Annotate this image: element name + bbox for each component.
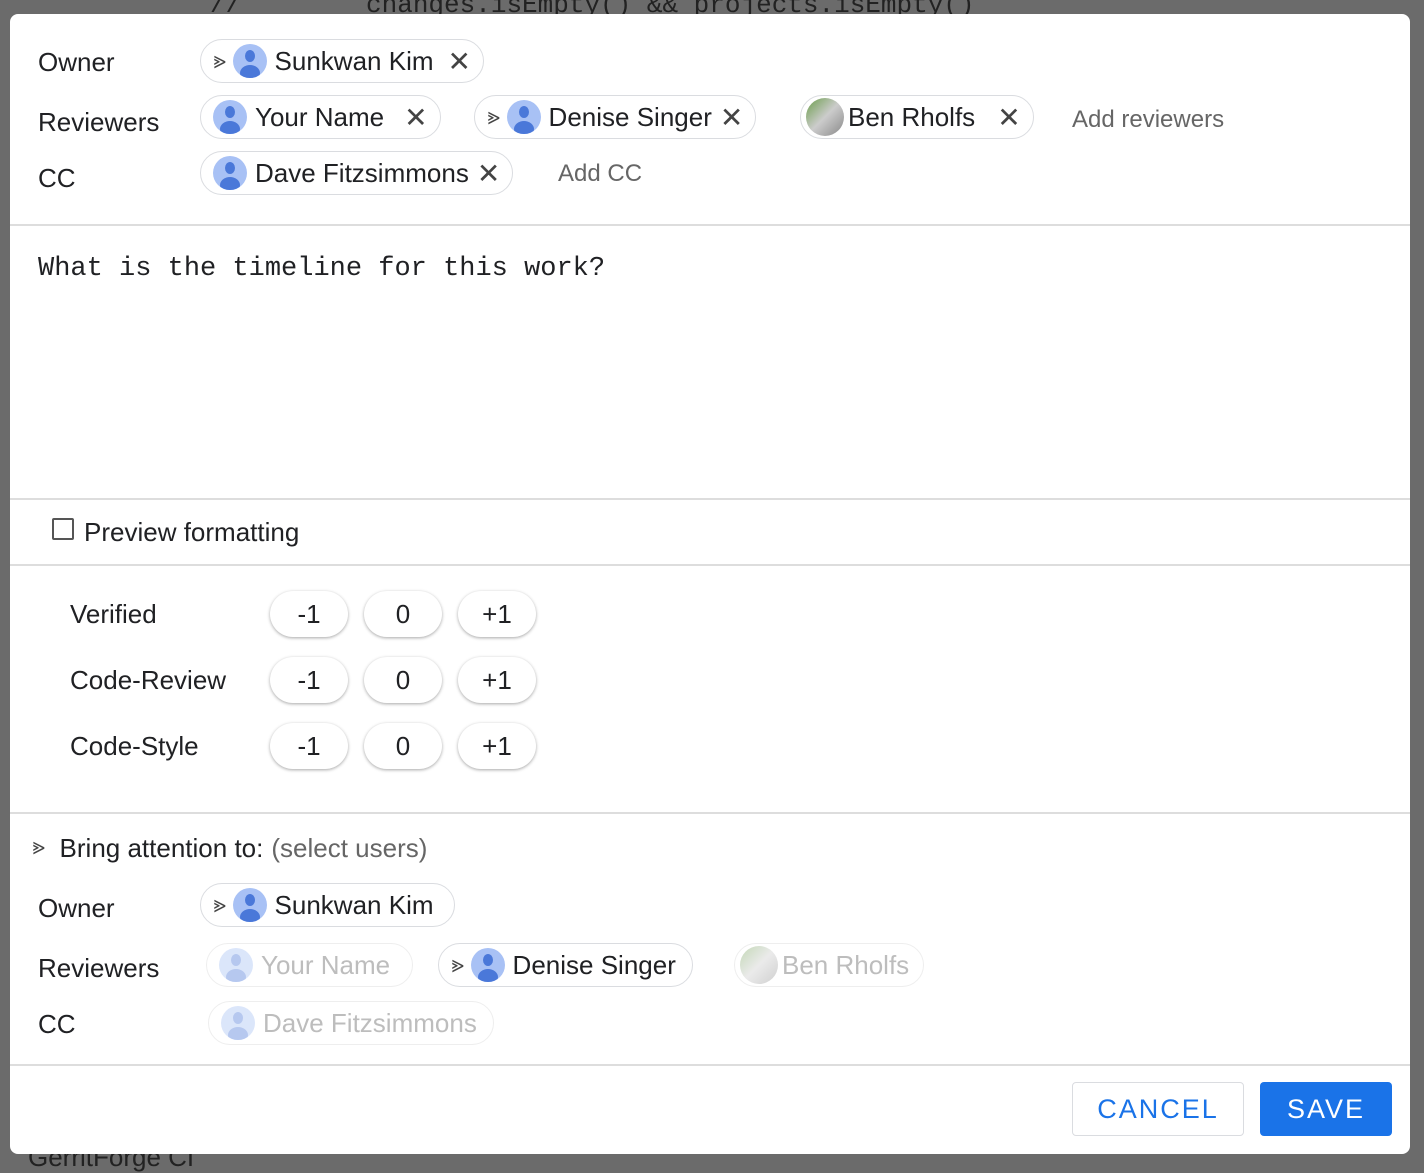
add-cc-input[interactable]: Add CC (558, 160, 642, 188)
remove-icon[interactable]: ✕ (720, 101, 743, 134)
vote-button[interactable]: -1 (270, 591, 348, 637)
attention-icon: ⪢ (451, 951, 464, 978)
preview-formatting-checkbox[interactable] (52, 518, 74, 540)
divider (10, 224, 1410, 226)
vote-button[interactable]: -1 (270, 723, 348, 769)
vote-button[interactable]: -1 (270, 657, 348, 703)
chip-name: Dave Fitzsimmons (255, 157, 469, 188)
owner-label: Owner (38, 893, 115, 923)
remove-icon[interactable]: ✕ (404, 101, 427, 134)
avatar-photo (740, 946, 778, 984)
reviewer-chip[interactable]: Your Name ✕ (200, 95, 441, 139)
label-code-style: Code-Style (70, 731, 199, 761)
message-textarea[interactable]: What is the timeline for this work? (38, 254, 605, 284)
chip-name: Ben Rholfs (782, 949, 910, 980)
vote-button[interactable]: +1 (458, 591, 536, 637)
chip-name: Sunkwan Kim (274, 45, 434, 76)
avatar (219, 948, 253, 982)
vote-button[interactable]: +1 (458, 723, 536, 769)
preview-formatting-label: Preview formatting (84, 517, 300, 547)
divider (10, 1064, 1410, 1066)
reviewers-label: Reviewers (38, 107, 160, 137)
reviewers-label: Reviewers (38, 953, 160, 983)
cc-chip[interactable]: Dave Fitzsimmons ✕ (200, 151, 514, 195)
vote-button[interactable]: +1 (458, 657, 536, 703)
divider (10, 498, 1410, 500)
label-verified: Verified (70, 599, 157, 629)
avatar (213, 156, 247, 190)
vote-button[interactable]: 0 (364, 723, 442, 769)
chip-name: Ben Rholfs (848, 101, 976, 132)
cancel-button[interactable]: CANCEL (1072, 1082, 1244, 1136)
attention-icon: ⪢ (32, 833, 45, 860)
avatar (232, 44, 267, 78)
vote-button[interactable]: 0 (364, 657, 442, 703)
divider (10, 812, 1410, 814)
save-button[interactable]: SAVE (1260, 1082, 1392, 1136)
attention-icon: ⪢ (213, 891, 226, 918)
avatar (506, 100, 541, 134)
attention-reviewer-chip[interactable]: ⪢ Denise Singer (438, 943, 693, 987)
avatar (232, 888, 267, 922)
chip-name: Sunkwan Kim (274, 889, 434, 920)
attention-owner-chip[interactable]: ⪢ Sunkwan Kim (200, 883, 455, 927)
cc-label: CC (38, 1009, 76, 1039)
owner-label: Owner (38, 47, 115, 77)
reply-dialog: Owner Reviewers CC ⪢ Sunkwan Kim ✕ Your … (10, 14, 1410, 1154)
attention-header: ⪢ Bring attention to: (select users) (32, 833, 428, 864)
label-code-review: Code-Review (70, 665, 227, 695)
chip-name: Dave Fitzsimmons (263, 1007, 477, 1038)
chip-name: Your Name (261, 949, 391, 980)
chip-name: Denise Singer (512, 949, 676, 980)
chip-name: Your Name (255, 101, 385, 132)
attention-icon: ⪢ (487, 103, 500, 130)
divider (10, 564, 1410, 566)
chip-name: Denise Singer (548, 101, 712, 132)
avatar-photo (806, 98, 844, 136)
remove-icon[interactable]: ✕ (997, 101, 1020, 134)
reviewer-chip[interactable]: Ben Rholfs ✕ (800, 95, 1034, 139)
attention-reviewer-chip[interactable]: Your Name (206, 943, 414, 987)
remove-icon[interactable]: ✕ (477, 157, 500, 190)
avatar (213, 100, 247, 134)
add-reviewers-input[interactable]: Add reviewers (1072, 106, 1224, 134)
attention-reviewer-chip[interactable]: Ben Rholfs (734, 943, 925, 987)
attention-icon: ⪢ (213, 47, 226, 74)
attention-cc-chip[interactable]: Dave Fitzsimmons (208, 1001, 494, 1045)
remove-icon[interactable]: ✕ (448, 45, 471, 78)
avatar (221, 1006, 255, 1040)
vote-button[interactable]: 0 (364, 591, 442, 637)
reviewer-chip[interactable]: ⪢ Denise Singer ✕ (474, 95, 757, 139)
attention-hint: (select users) (271, 833, 428, 863)
cc-label: CC (38, 163, 76, 193)
attention-title: Bring attention to: (59, 833, 264, 863)
owner-chip[interactable]: ⪢ Sunkwan Kim ✕ (200, 39, 484, 83)
avatar (470, 948, 505, 982)
